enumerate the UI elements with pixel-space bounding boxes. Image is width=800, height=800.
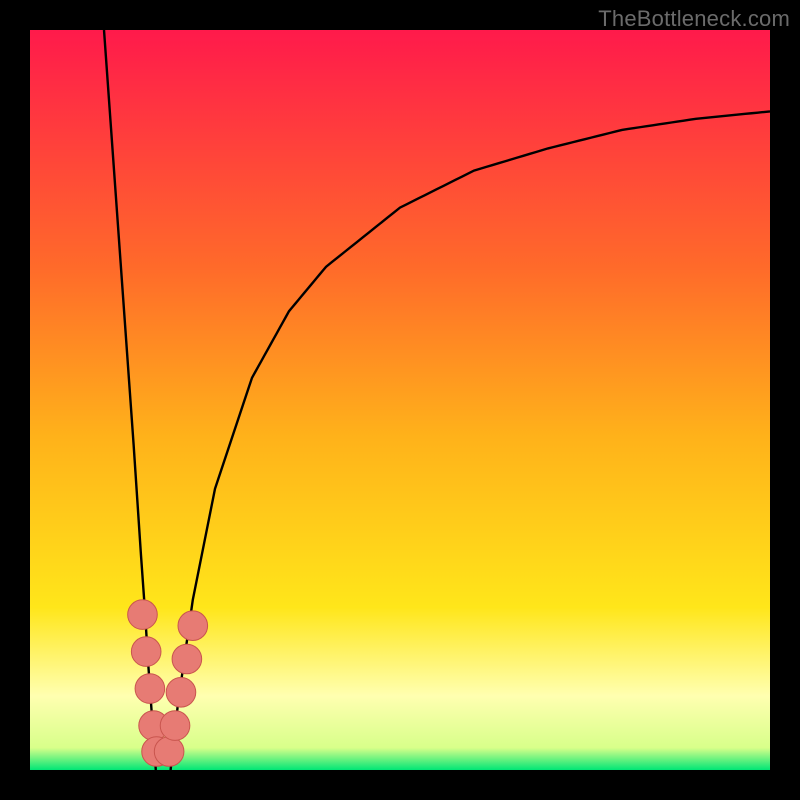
bottleneck-curve bbox=[30, 30, 770, 770]
valley-marker bbox=[172, 644, 202, 674]
curve-right-branch bbox=[171, 111, 770, 770]
valley-marker bbox=[160, 711, 190, 741]
valley-marker bbox=[178, 611, 208, 641]
valley-marker bbox=[128, 600, 158, 630]
valley-marker bbox=[135, 674, 165, 704]
plot-area bbox=[30, 30, 770, 770]
valley-markers bbox=[128, 600, 208, 767]
watermark-text: TheBottleneck.com bbox=[598, 6, 790, 32]
valley-marker bbox=[131, 637, 161, 667]
valley-marker bbox=[154, 737, 184, 767]
chart-frame: TheBottleneck.com bbox=[0, 0, 800, 800]
valley-marker bbox=[166, 678, 196, 708]
